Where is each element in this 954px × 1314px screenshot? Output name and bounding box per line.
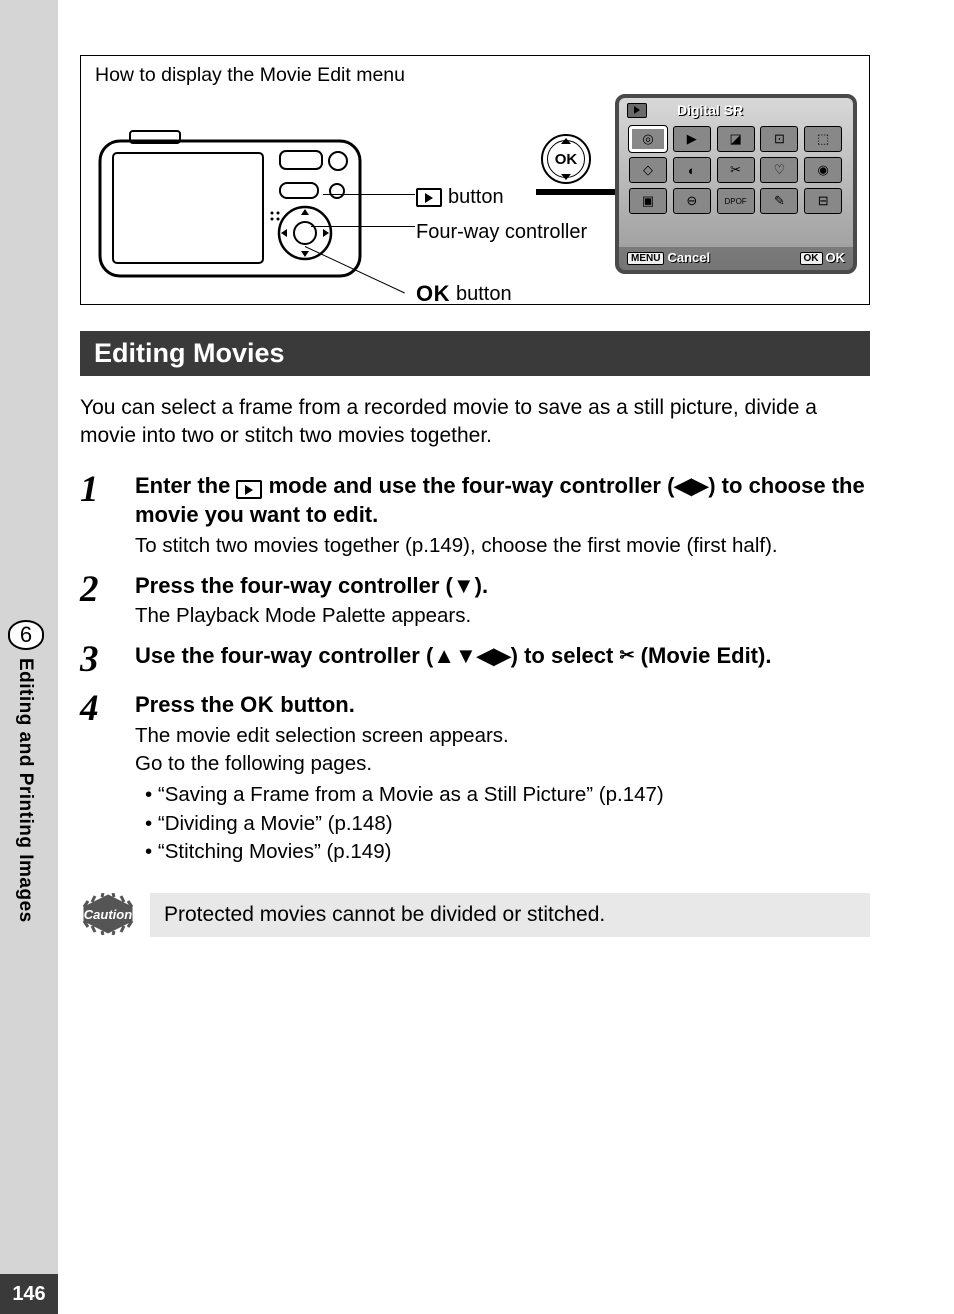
step-number: 3	[80, 641, 135, 680]
palette-icon: ▣	[629, 188, 667, 214]
step-4: 4 Press the OK button. The movie edit se…	[80, 690, 870, 867]
step-desc: The movie edit selection screen appears.…	[135, 722, 870, 867]
callout-fourway: Four-way controller	[416, 221, 636, 244]
step-3: 3 Use the four-way controller (▲▼◀▶) to …	[80, 641, 870, 680]
main-content: How to display the Movie Edit menu	[80, 55, 870, 937]
step-number: 4	[80, 690, 135, 867]
palette-icon: ⊟	[804, 188, 842, 214]
screen-footer: MENUCancel OKOK	[619, 247, 853, 270]
bullet-list: “Saving a Frame from a Movie as a Still …	[135, 781, 870, 867]
palette-icon: ◉	[804, 157, 842, 183]
caution-row: Caution Protected movies cannot be divid…	[80, 893, 870, 937]
intro-text: You can select a frame from a recorded m…	[80, 394, 870, 451]
ok-badge: OK	[800, 252, 823, 265]
step-number: 1	[80, 471, 135, 561]
palette-icon-grid: ◎ ▶ ◪ ⊡ ⬚ ◇ ◐ ✂ ♡ ◉ ▣ ⊖ DPOF ✎ ⊟	[619, 122, 853, 218]
play-icon	[416, 188, 442, 207]
screen-title: Digital SR	[677, 102, 743, 118]
ok-label: OK	[826, 250, 846, 265]
step-title: Enter the mode and use the four-way cont…	[135, 471, 870, 530]
step-1: 1 Enter the mode and use the four-way co…	[80, 471, 870, 561]
section-label: Editing and Printing Images	[14, 658, 36, 923]
caution-text: Protected movies cannot be divided or st…	[150, 893, 870, 937]
ok-button-icon: OK	[541, 134, 591, 184]
palette-icon: ✂	[717, 157, 755, 183]
play-icon	[236, 480, 262, 499]
lcd-screen-mock: Digital SR ◎ ▶ ◪ ⊡ ⬚ ◇ ◐ ✂ ♡ ◉ ▣ ⊖ DPOF …	[615, 94, 857, 274]
caution-badge-icon: Caution	[80, 893, 136, 935]
step-title: Press the four-way controller (▼).	[135, 571, 870, 601]
step-title: Use the four-way controller (▲▼◀▶) to se…	[135, 641, 870, 671]
palette-icon: ✎	[760, 188, 798, 214]
section-heading: Editing Movies	[80, 331, 870, 376]
page-number: 146	[0, 1274, 58, 1314]
diagram-box: How to display the Movie Edit menu	[80, 55, 870, 305]
play-icon	[627, 103, 647, 118]
section-number: 6	[8, 620, 44, 650]
step-2: 2 Press the four-way controller (▼). The…	[80, 571, 870, 631]
palette-icon: ◎	[629, 126, 667, 152]
palette-icon: ⬚	[804, 126, 842, 152]
section-tab: 6 Editing and Printing Images	[0, 620, 50, 1020]
menu-badge: MENU	[627, 252, 664, 265]
list-item: “Dividing a Movie” (p.148)	[145, 810, 870, 839]
callout-play-button: button	[416, 186, 504, 209]
step-desc: To stitch two movies together (p.149), c…	[135, 532, 870, 561]
palette-icon: ◇	[629, 157, 667, 183]
list-item: “Saving a Frame from a Movie as a Still …	[145, 781, 870, 810]
diagram-title: How to display the Movie Edit menu	[95, 64, 859, 87]
list-item: “Stitching Movies” (p.149)	[145, 838, 870, 867]
ok-label: OK	[240, 692, 274, 717]
palette-icon: ⊖	[673, 188, 711, 214]
screen-header: Digital SR	[619, 98, 853, 122]
camera-illustration	[95, 111, 375, 291]
steps-list: 1 Enter the mode and use the four-way co…	[80, 471, 870, 867]
palette-icon: ♡	[760, 157, 798, 183]
palette-icon: DPOF	[717, 188, 755, 214]
callout-ok-button: OK button	[416, 281, 512, 307]
palette-icon: ⊡	[760, 126, 798, 152]
step-title: Press the OK button.	[135, 690, 870, 720]
step-desc: The Playback Mode Palette appears.	[135, 602, 870, 631]
palette-icon: ▶	[673, 126, 711, 152]
ok-label: OK	[416, 281, 450, 307]
step-number: 2	[80, 571, 135, 631]
palette-icon: ◪	[717, 126, 755, 152]
scissors-icon: ✂	[619, 643, 634, 667]
palette-icon: ◐	[673, 157, 711, 183]
cancel-label: Cancel	[667, 250, 710, 265]
